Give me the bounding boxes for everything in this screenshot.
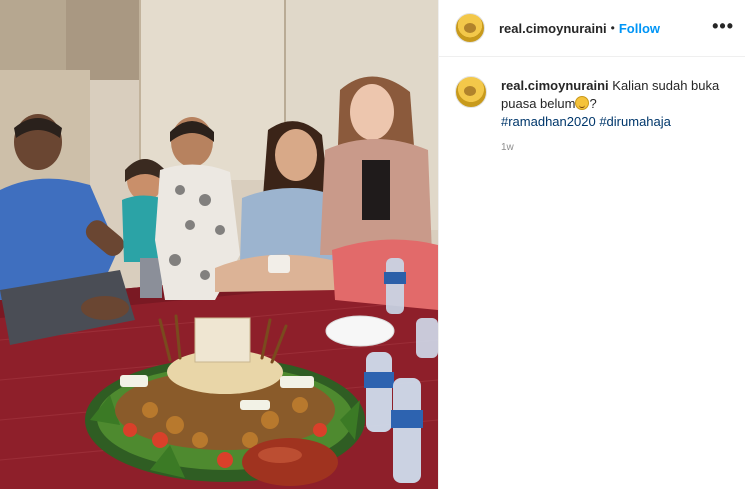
photo-image	[0, 0, 438, 489]
caption-comment: real.cimoynuraini Kalian sudah buka puas…	[455, 76, 735, 131]
avatar-face	[464, 23, 476, 33]
avatar-face	[464, 86, 476, 96]
more-options-icon[interactable]: •••	[712, 16, 734, 36]
caption-text-end: ?	[589, 96, 597, 111]
separator-dot: •	[610, 21, 615, 35]
post-side-panel: real.cimoynuraini • Follow ••• real.cimo…	[438, 0, 745, 489]
avatar[interactable]	[455, 13, 485, 43]
avatar[interactable]	[455, 76, 487, 108]
hashtag-link[interactable]: #ramadhan2020	[501, 114, 596, 129]
follow-button[interactable]: Follow	[619, 21, 660, 36]
hashtag-link[interactable]: #dirumahaja	[599, 114, 671, 129]
post-photo[interactable]	[0, 0, 438, 489]
grinning-sweat-emoji-icon	[575, 96, 590, 110]
plate	[325, 315, 395, 347]
post-header: real.cimoynuraini • Follow •••	[439, 0, 745, 57]
caption-username[interactable]: real.cimoynuraini	[501, 78, 609, 93]
wall-panel	[140, 0, 285, 180]
post-timestamp[interactable]: 1w	[501, 142, 514, 153]
caption-body: real.cimoynuraini Kalian sudah buka puas…	[501, 77, 723, 131]
header-username[interactable]: real.cimoynuraini	[499, 21, 607, 36]
wall-panel	[66, 0, 144, 80]
wall-panel	[0, 0, 70, 70]
